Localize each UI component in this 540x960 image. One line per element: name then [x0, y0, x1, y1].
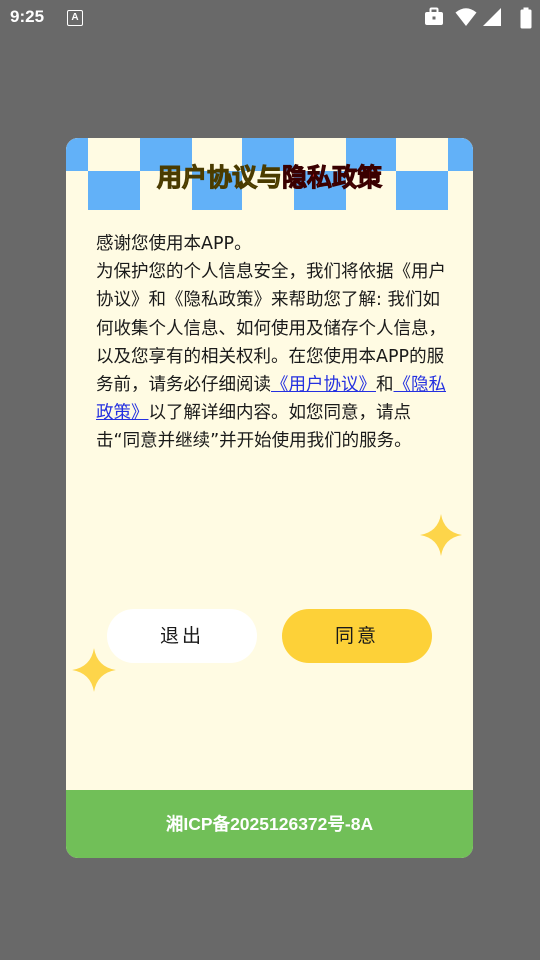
title-connector: 与: [256, 163, 282, 193]
status-time: 9:25: [10, 7, 45, 26]
user-agreement-link[interactable]: 《用户协议》: [271, 375, 376, 395]
signal-icon: [483, 8, 501, 26]
dialog-header: 用户协议与隐私政策: [66, 138, 473, 210]
body-text-and: 和: [376, 375, 394, 396]
wifi-icon: [455, 8, 477, 26]
title-privacy-policy: 隐私政策: [281, 163, 383, 193]
sparkle-icon: [420, 514, 462, 556]
notification-icon: A: [67, 10, 83, 26]
title-user-agreement: 用户协议: [156, 163, 257, 193]
status-bar: 9:25 A: [0, 0, 540, 36]
battery-icon: [520, 7, 532, 29]
icp-footer: 湘ICP备2025126372号-8A: [66, 790, 473, 858]
privacy-dialog: 用户协议与隐私政策 感谢您使用本APP。 为保护您的个人信息安全，我们将依据《用…: [66, 138, 473, 858]
exit-button[interactable]: 退出: [107, 609, 257, 663]
briefcase-icon: [425, 7, 443, 25]
body-paragraph: 为保护您的个人信息安全，我们将依据《用户协议》和《隐私政策》来帮助您了解: 我们…: [96, 258, 446, 455]
sparkle-icon: [72, 648, 116, 692]
body-greeting: 感谢您使用本APP。: [96, 234, 252, 254]
agree-button[interactable]: 同意: [282, 609, 432, 663]
agreement-body: 感谢您使用本APP。 为保护您的个人信息安全，我们将依据《用户协议》和《隐私政策…: [96, 230, 446, 456]
dialog-title: 用户协议与隐私政策: [66, 158, 473, 194]
